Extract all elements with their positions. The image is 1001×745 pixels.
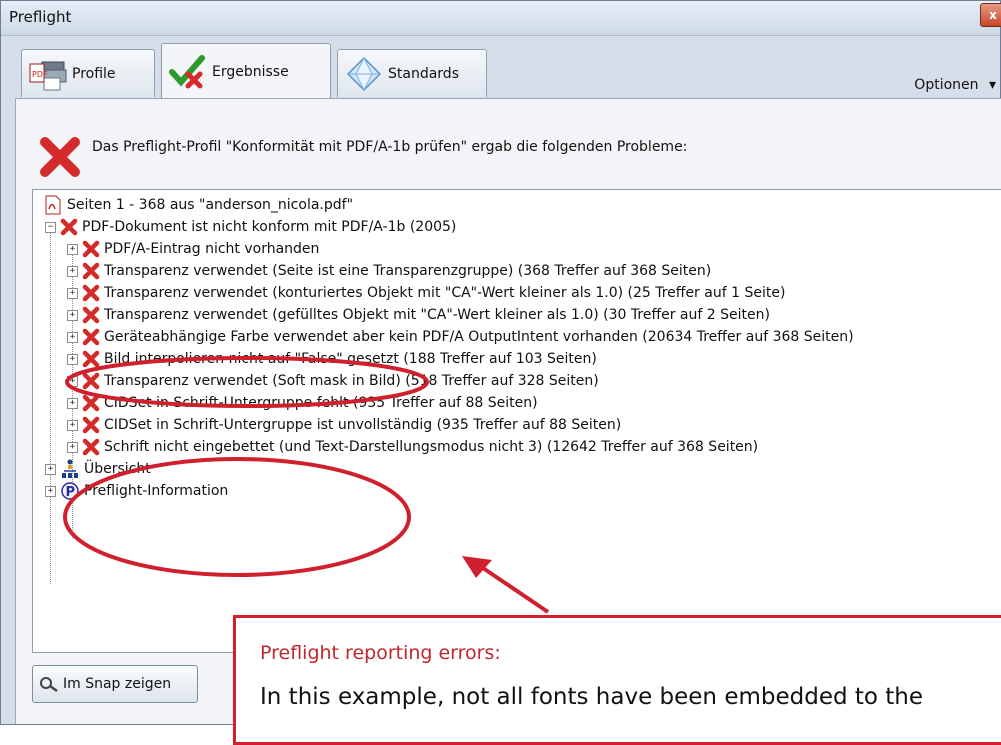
annotation-arrow	[478, 564, 550, 614]
highlight-ellipse	[63, 457, 411, 577]
highlight-ellipse	[65, 356, 429, 408]
annotation-callout: Preflight reporting errors: In this exam…	[233, 615, 1001, 745]
callout-title: Preflight reporting errors:	[260, 642, 501, 664]
arrowhead-icon	[462, 556, 492, 578]
callout-text: In this example, not all fonts have been…	[260, 684, 924, 710]
